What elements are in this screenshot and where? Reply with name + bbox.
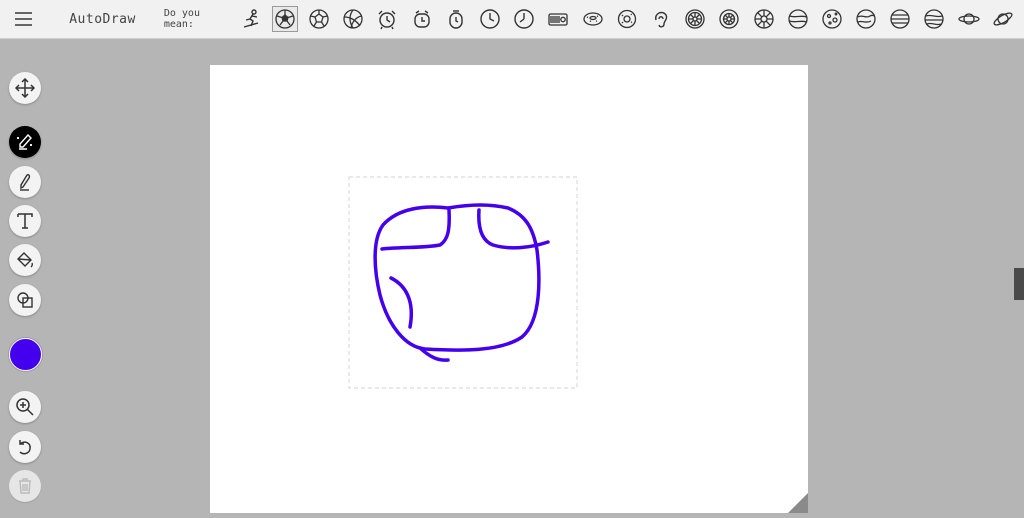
alarm-clock-icon bbox=[413, 10, 430, 28]
planet-icon bbox=[856, 9, 876, 29]
zoom-in-icon bbox=[16, 398, 34, 416]
suggestion-wheel[interactable] bbox=[682, 6, 708, 32]
suggestion-saturn-2[interactable] bbox=[990, 6, 1016, 32]
suggestion-soccer-ball-2[interactable] bbox=[306, 6, 332, 32]
radio-icon bbox=[548, 13, 569, 26]
app-title: AutoDraw bbox=[69, 11, 136, 27]
suggestion-alarm-clock-3[interactable] bbox=[443, 6, 469, 32]
clock-icon bbox=[480, 9, 500, 29]
drawing-canvas[interactable] bbox=[210, 65, 808, 513]
planet-icon bbox=[822, 9, 842, 29]
suggestion-alarm-clock-2[interactable] bbox=[409, 6, 435, 32]
alarm-clock-icon bbox=[378, 10, 396, 30]
suggestion-donut-2[interactable] bbox=[614, 6, 640, 32]
suggestion-planet-2[interactable] bbox=[819, 6, 845, 32]
suggestion-volleyball[interactable] bbox=[340, 6, 366, 32]
drawn-stroke bbox=[389, 276, 413, 329]
menu-icon[interactable] bbox=[13, 8, 32, 30]
drawn-stroke bbox=[477, 208, 550, 250]
soccer-ball-icon bbox=[309, 9, 329, 29]
suggestion-wheel-2[interactable] bbox=[716, 6, 742, 32]
move-tool-button[interactable] bbox=[9, 72, 41, 104]
zoom-tool-button[interactable] bbox=[9, 391, 41, 423]
suggestion-alarm-clock[interactable] bbox=[374, 6, 400, 32]
saturn-icon bbox=[957, 13, 980, 25]
paint-bucket-icon bbox=[17, 252, 33, 268]
donut-icon bbox=[582, 12, 603, 26]
undo-tool-button[interactable] bbox=[9, 431, 41, 463]
pencil-icon bbox=[20, 174, 31, 191]
fill-tool-button[interactable] bbox=[9, 244, 41, 276]
selection-box bbox=[348, 176, 578, 389]
skier-icon bbox=[243, 9, 258, 28]
autodraw-tool-button[interactable] bbox=[9, 126, 41, 158]
suggestion-skier[interactable] bbox=[238, 6, 264, 32]
suggestion-radio[interactable] bbox=[545, 6, 571, 32]
planet-icon bbox=[788, 9, 808, 29]
suggestion-clock[interactable] bbox=[477, 6, 503, 32]
shape-tool-button[interactable] bbox=[9, 284, 41, 316]
canvas-drawing bbox=[348, 176, 578, 389]
ear-icon bbox=[654, 11, 668, 28]
suggestion-planet-4[interactable] bbox=[887, 6, 913, 32]
move-icon bbox=[15, 78, 35, 98]
scrollbar-thumb[interactable] bbox=[1014, 268, 1024, 300]
suggestion-wheel-3[interactable] bbox=[751, 6, 777, 32]
shapes-icon bbox=[17, 292, 33, 308]
soccer-ball-icon bbox=[275, 9, 295, 29]
suggestion-saturn[interactable] bbox=[956, 6, 982, 32]
wheel-icon bbox=[719, 9, 739, 29]
planet-icon bbox=[890, 9, 910, 29]
suggestion-soccer-ball[interactable] bbox=[271, 6, 298, 32]
draw-tool-button[interactable] bbox=[9, 166, 41, 198]
suggestion-planet-5[interactable] bbox=[921, 6, 947, 32]
text-icon bbox=[17, 213, 33, 229]
top-bar: AutoDraw Do you mean: bbox=[0, 0, 1024, 39]
suggestion-ear[interactable] bbox=[648, 6, 674, 32]
wheel-icon bbox=[753, 9, 774, 29]
autodraw-pen-icon bbox=[17, 133, 32, 150]
suggestion-prompt-label: Do you mean: bbox=[163, 8, 200, 30]
wheel-icon bbox=[685, 9, 705, 29]
saturn-icon bbox=[993, 12, 1013, 26]
undo-icon bbox=[19, 440, 31, 455]
resize-handle[interactable] bbox=[788, 493, 808, 513]
suggestion-strip bbox=[238, 6, 1024, 32]
suggestion-planet-3[interactable] bbox=[853, 6, 879, 32]
delete-tool-button[interactable] bbox=[9, 470, 41, 502]
drawing-strokes bbox=[373, 203, 550, 362]
trash-icon bbox=[19, 478, 31, 494]
donut-icon bbox=[617, 9, 636, 29]
suggestion-planet[interactable] bbox=[785, 6, 811, 32]
volleyball-icon bbox=[343, 9, 363, 29]
clock-icon bbox=[514, 9, 534, 29]
drawn-stroke bbox=[373, 203, 541, 352]
color-picker-swatch[interactable] bbox=[9, 338, 42, 371]
type-tool-button[interactable] bbox=[9, 205, 41, 237]
suggestion-clock-2[interactable] bbox=[511, 6, 537, 32]
suggestion-donut[interactable] bbox=[580, 6, 606, 32]
planet-icon bbox=[924, 9, 945, 29]
alarm-clock-icon bbox=[449, 10, 463, 29]
